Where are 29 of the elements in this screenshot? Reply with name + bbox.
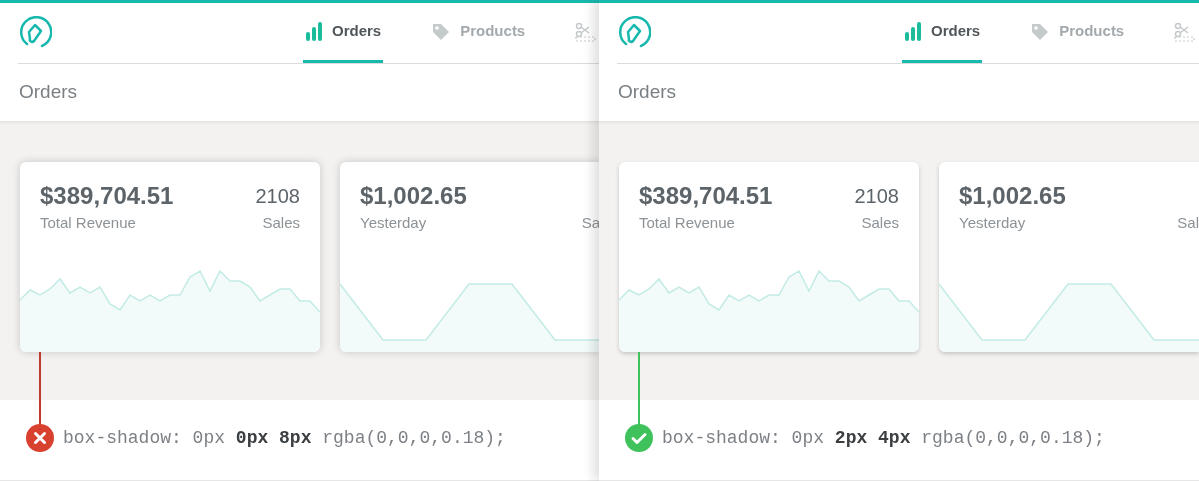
bar-chart-icon bbox=[904, 21, 922, 42]
sales-caption: Sa bbox=[581, 213, 600, 233]
page-title: Orders bbox=[618, 80, 677, 105]
error-icon bbox=[26, 424, 54, 452]
amount-value: $389,704.51 bbox=[639, 182, 773, 210]
scissors-icon bbox=[1174, 21, 1197, 42]
tag-icon bbox=[1030, 21, 1051, 42]
sales-count: 2108 bbox=[255, 184, 300, 209]
logo-icon bbox=[18, 16, 52, 50]
logo-icon bbox=[617, 16, 651, 50]
amount-caption: Total Revenue bbox=[40, 213, 137, 233]
bar-chart-icon bbox=[305, 21, 323, 42]
amount-value: $1,002.65 bbox=[959, 182, 1066, 210]
sales-caption: Sales bbox=[262, 213, 300, 233]
sales-caption: Sales bbox=[861, 213, 899, 233]
nav-tab[interactable]: Orders bbox=[303, 3, 384, 63]
css-code-line: box-shadow: 0px 2px 4px rgba(0,0,0,0.18); bbox=[662, 426, 1105, 450]
sales-caption: Sal bbox=[1177, 213, 1199, 233]
amount-caption: Yesterday bbox=[360, 213, 428, 233]
page-title: Orders bbox=[19, 80, 78, 105]
amount-caption: Total Revenue bbox=[639, 213, 736, 233]
scissors-icon bbox=[575, 21, 598, 42]
amount-value: $389,704.51 bbox=[40, 182, 174, 210]
amount-value: $1,002.65 bbox=[360, 182, 467, 210]
sales-count: 2108 bbox=[854, 184, 899, 209]
tag-icon bbox=[431, 21, 452, 42]
amount-caption: Yesterday bbox=[959, 213, 1027, 233]
nav-tab[interactable]: Orders bbox=[902, 3, 983, 63]
css-code-line: box-shadow: 0px 0px 8px rgba(0,0,0,0.18); bbox=[63, 426, 506, 450]
